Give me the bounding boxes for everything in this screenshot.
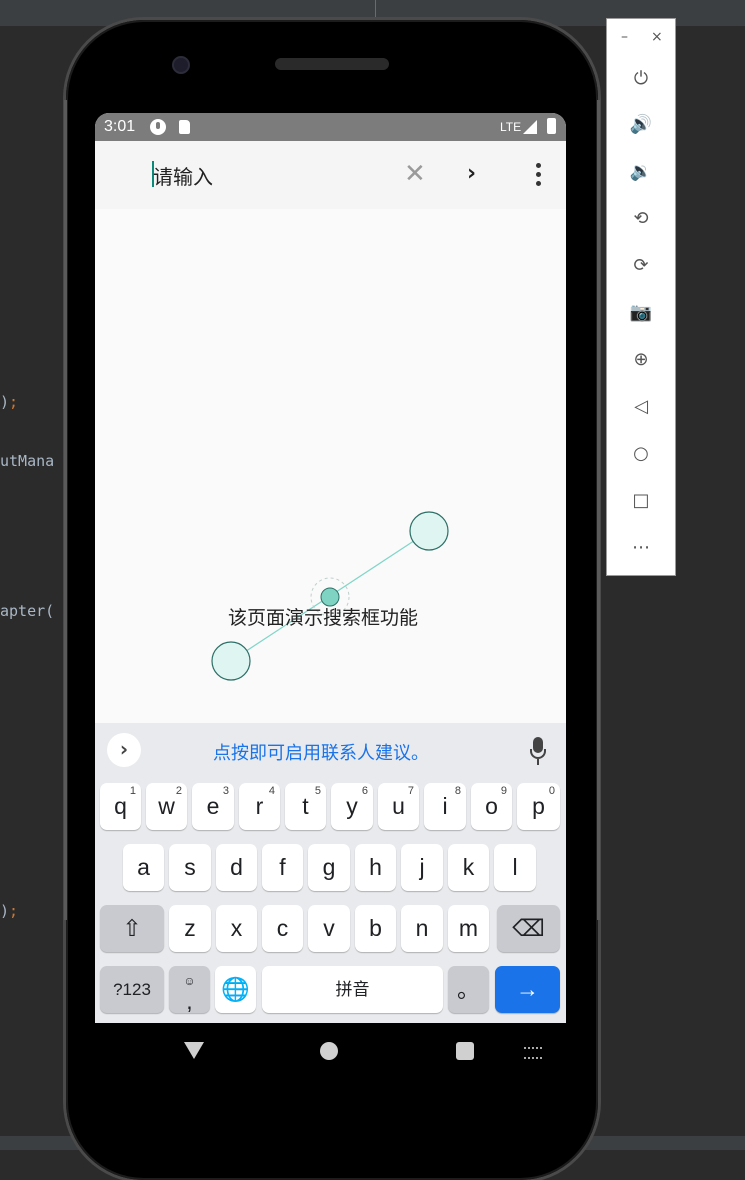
contact-suggestion-hint[interactable]: 点按即可启用联系人建议。 [213,739,429,765]
code-line-3: apter( [0,602,55,620]
rotate-left-icon[interactable]: ⟲ [629,207,653,231]
shift-key[interactable]: ⇧ [100,905,164,952]
touch-point-start [211,641,251,681]
navigation-bar [95,1023,566,1081]
volume-down-icon[interactable]: 🔉 [629,160,653,184]
key-d[interactable]: d [216,844,257,891]
camera-icon[interactable]: 📷 [629,301,653,325]
key-j[interactable]: j [401,844,443,891]
key-i[interactable]: i8 [424,783,466,830]
home-icon[interactable] [320,1042,338,1060]
space-key[interactable]: 拼音 [262,966,443,1013]
backspace-key[interactable]: ⌫ [497,905,560,952]
front-camera [172,56,190,74]
key-o[interactable]: o9 [471,783,512,830]
more-icon[interactable]: ⋯ [629,536,653,560]
key-p[interactable]: p0 [517,783,560,830]
key-c[interactable]: c [262,905,303,952]
key-s[interactable]: s [169,844,211,891]
key-k[interactable]: k [448,844,489,891]
minimize-button[interactable]: – [621,29,628,45]
close-button[interactable]: × [651,29,663,45]
phone-screen: 3:01 LTE 请输入 ✕ › 该页面演示搜索框功能 › 点按即可启用联系人建… [95,113,566,1023]
suggestion-strip: › 点按即可启用联系人建议。 [95,723,566,775]
keyboard-switch-icon[interactable] [524,1047,542,1059]
soft-keyboard: › 点按即可启用联系人建议。 q1 w2 e3 r4 t5 y6 u7 i8 o… [95,723,566,1023]
key-l[interactable]: l [494,844,536,891]
key-y[interactable]: y6 [331,783,373,830]
demo-text: 该页面演示搜索框功能 [228,607,419,629]
touch-point-end [409,511,449,551]
key-t[interactable]: t5 [285,783,326,830]
comma-emoji-key[interactable]: ☺ , [169,966,210,1013]
key-f[interactable]: f [262,844,303,891]
power-icon[interactable]: ⏻ [629,67,653,91]
back-icon[interactable]: ◁ [629,395,653,419]
key-a[interactable]: a [123,844,164,891]
key-r[interactable]: r4 [239,783,280,830]
ide-divider [375,0,376,18]
key-w[interactable]: w2 [146,783,187,830]
key-v[interactable]: v [308,905,350,952]
key-n[interactable]: n [401,905,443,952]
globe-icon[interactable]: 🌐 [215,966,256,1013]
key-b[interactable]: b [355,905,396,952]
earpiece-speaker [275,58,389,70]
key-q[interactable]: q1 [100,783,141,830]
volume-up-icon[interactable]: 🔊 [629,113,653,137]
emulator-control-panel: – × ⏻ 🔊 🔉 ⟲ ⟳ 📷 ⊕ ◁ ○ □ ⋯ [606,18,676,576]
mic-icon[interactable] [530,737,546,765]
zoom-icon[interactable]: ⊕ [629,348,653,372]
code-line-1: ); [0,393,19,411]
overview-icon[interactable]: □ [629,489,653,513]
recent-apps-icon[interactable] [456,1042,474,1060]
home-icon[interactable]: ○ [629,442,653,466]
comma-label: , [186,988,193,1014]
code-line-2: utMana [0,452,55,470]
rotate-right-icon[interactable]: ⟳ [629,254,653,278]
back-icon[interactable] [184,1042,204,1059]
enter-key[interactable]: → [495,966,560,1013]
phone-edge-left [64,100,67,920]
key-m[interactable]: m [448,905,489,952]
key-x[interactable]: x [216,905,257,952]
key-z[interactable]: z [169,905,211,952]
code-line-4: ); [0,902,19,920]
phone-edge-right [597,100,600,920]
key-e[interactable]: e3 [192,783,234,830]
symbols-key[interactable]: ?123 [100,966,164,1013]
key-u[interactable]: u7 [378,783,419,830]
key-g[interactable]: g [308,844,350,891]
expand-toolbar-button[interactable]: › [107,733,141,767]
key-h[interactable]: h [355,844,396,891]
period-key[interactable]: 。 [448,966,489,1013]
